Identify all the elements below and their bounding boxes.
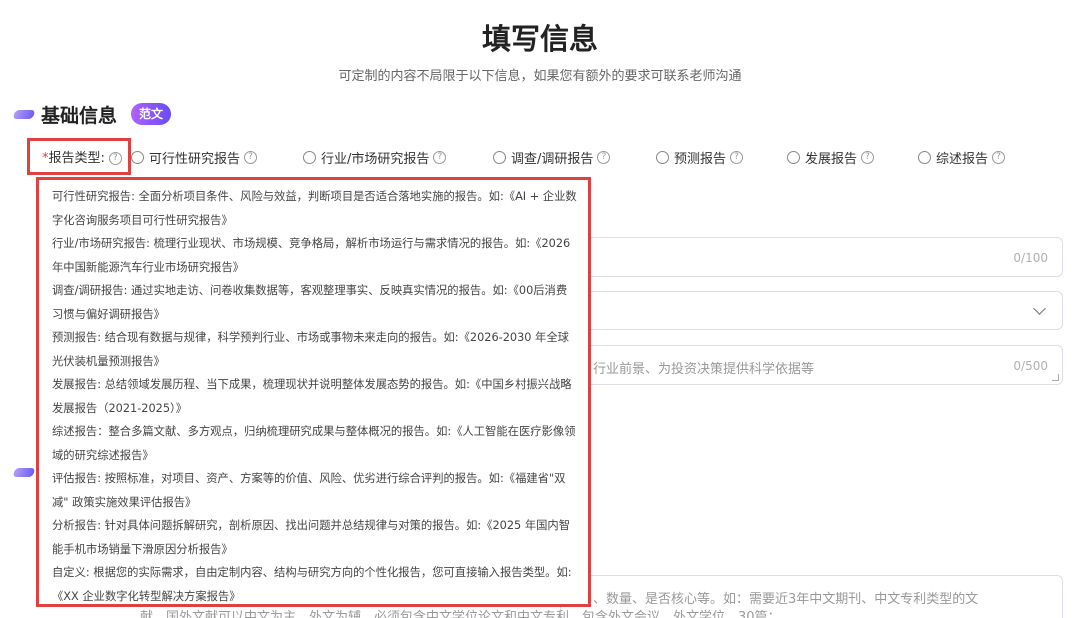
title-char-counter: 0/100	[1013, 251, 1048, 265]
report-title-input[interactable]: 0/100	[560, 237, 1063, 277]
page-subtitle: 可定制的内容不局限于以下信息，如果您有额外的要求可联系老师沟通	[338, 69, 742, 84]
tooltip-item: 综述报告：整合多篇文献、多方观点，归纳梳理研究成果与整体概况的报告。如:《人工智…	[52, 425, 576, 462]
help-icon[interactable]: ?	[108, 152, 122, 165]
radio-option-feasibility[interactable]: 可行性研究报告 ?	[131, 148, 258, 167]
radio-circle-icon[interactable]	[787, 150, 800, 164]
help-icon[interactable]: ?	[992, 150, 1006, 164]
report-type-label-highlight: *报告类型:?	[27, 138, 131, 175]
radio-circle-icon[interactable]	[131, 150, 144, 164]
tooltip-item: 行业/市场研究报告: 梳理行业现状、市场规模、竞争格局，解析市场运行与需求情况的…	[52, 237, 571, 274]
page-title: 填写信息	[481, 22, 598, 56]
radio-option-industry-market[interactable]: 行业/市场研究报告 ?	[303, 148, 447, 167]
tooltip-item: 分析报告: 针对具体问题拆解研究，剖析原因、找出问题并总结规律与对策的报告。如:…	[52, 519, 571, 556]
report-description-textarea[interactable]: 行业前景、为投资决策提供科学依据等 0/500	[560, 345, 1063, 385]
radio-option-label: 调查/调研报告	[511, 151, 594, 167]
tooltip-item: 调查/调研报告: 通过实地走访、问卷收集数据等，客观整理事实、反映真实情况的报告…	[52, 284, 568, 321]
help-icon[interactable]: ?	[730, 150, 744, 164]
tooltip-item: 可行性研究报告: 全面分析项目条件、风险与效益，判断项目是否适合落地实施的报告。…	[52, 190, 577, 227]
report-type-tooltip: 可行性研究报告: 全面分析项目条件、风险与效益，判断项目是否适合落地实施的报告。…	[36, 177, 591, 607]
chevron-down-icon[interactable]	[1033, 302, 1046, 315]
radio-option-label: 综述报告	[936, 151, 989, 167]
radio-option-label: 发展报告	[805, 151, 858, 167]
radio-circle-icon[interactable]	[918, 150, 931, 164]
description-char-counter: 0/500	[1013, 359, 1048, 373]
report-type-label-text: 报告类型:	[48, 151, 105, 166]
report-type-label: *报告类型:?	[42, 147, 122, 166]
tooltip-item: 预测报告: 结合现有数据与规律，科学预判行业、市场或事物未来走向的报告。如:《2…	[52, 331, 569, 368]
tooltip-item: 自定义: 根据您的实际需求，自由定制内容、结构与研究方向的个性化报告，您可直接输…	[52, 566, 572, 603]
radio-option-label: 可行性研究报告	[149, 151, 241, 167]
radio-circle-icon[interactable]	[656, 150, 669, 164]
radio-option-label: 预测报告	[674, 151, 727, 167]
tooltip-item: 发展报告: 总结领域发展历程、当下成果，梳理现状并说明整体发展态势的报告。如:《…	[52, 378, 572, 415]
radio-option-development[interactable]: 发展报告 ?	[787, 148, 875, 167]
literature-placeholder-line1: 、数量、是否核心等。如：需要近3年中文期刊、中文专利类型的文	[593, 592, 979, 607]
radio-circle-icon[interactable]	[493, 150, 506, 164]
help-icon[interactable]: ?	[433, 150, 447, 164]
description-placeholder: 行业前景、为投资决策提供科学依据等	[593, 362, 815, 377]
radio-option-survey[interactable]: 调查/调研报告 ?	[493, 148, 611, 167]
tooltip-item: 评估报告: 按照标准，对项目、资产、方案等的价值、风险、优劣进行综合评判的报告。…	[52, 472, 566, 509]
section-marker-icon	[12, 109, 36, 119]
help-icon[interactable]: ?	[597, 150, 611, 164]
resize-handle-icon[interactable]	[1052, 374, 1059, 381]
example-badge[interactable]: 范文	[131, 103, 172, 125]
help-icon[interactable]: ?	[861, 150, 875, 164]
radio-option-review[interactable]: 综述报告 ?	[918, 148, 1006, 167]
radio-option-label: 行业/市场研究报告	[321, 151, 430, 167]
radio-option-forecast[interactable]: 预测报告 ?	[656, 148, 744, 167]
help-icon[interactable]: ?	[244, 150, 258, 164]
section-title: 基础信息	[41, 104, 118, 127]
radio-circle-icon[interactable]	[303, 150, 316, 164]
section-marker-icon	[12, 468, 36, 477]
report-select[interactable]	[560, 291, 1063, 330]
section-header-basic-info: 基础信息 范文	[12, 101, 172, 127]
